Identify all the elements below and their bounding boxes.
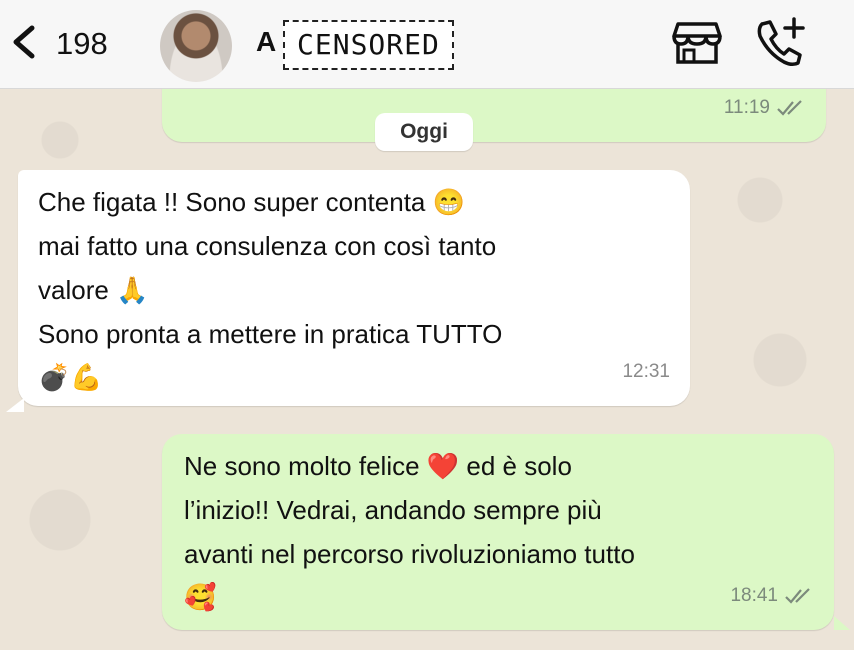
message-incoming[interactable]: Che figata !! Sono super contenta 😁 mai … [18, 170, 690, 406]
message-line: Ne sono molto felice ❤️ ed è solo [184, 451, 572, 481]
double-check-icon [777, 100, 802, 116]
message-line: avanti nel percorso rivoluzioniamo tutto [184, 539, 635, 569]
avatar[interactable] [160, 10, 232, 82]
date-separator: Oggi [375, 113, 473, 151]
back-chevron-icon[interactable] [6, 22, 40, 62]
contact-name[interactable]: A [256, 26, 276, 58]
message-time: 12:31 [622, 361, 670, 382]
message-time: 18:41 [730, 585, 778, 606]
message-time: 11:19 [723, 97, 770, 118]
message-line: Sono pronta a mettere in pratica TUTTO [38, 319, 503, 349]
unread-count[interactable]: 198 [56, 26, 108, 62]
message-text: Che figata !! Sono super contenta 😁 mai … [38, 180, 678, 400]
message-line: mai fatto una consulenza con così tanto [38, 231, 497, 261]
incoming-bubble-tail [6, 398, 24, 412]
message-text: Ne sono molto felice ❤️ ed è solo l’iniz… [184, 444, 814, 620]
message-meta: 18:41 [730, 574, 814, 618]
message-line: 💣💪 [38, 363, 103, 393]
message-line: l’inizio!! Vedrai, andando sempre più [184, 495, 602, 525]
add-call-icon[interactable] [752, 16, 806, 68]
censored-label: CENSORED [283, 20, 454, 70]
double-check-icon [785, 588, 810, 604]
message-line: Che figata !! Sono super contenta 😁 [38, 187, 465, 217]
message-line: valore 🙏 [38, 275, 149, 305]
message-line: 🥰 [184, 583, 217, 613]
shop-icon[interactable] [672, 20, 722, 66]
message-meta: 12:31 [622, 350, 670, 394]
message-meta: 11:19 [724, 86, 806, 130]
message-outgoing[interactable]: Ne sono molto felice ❤️ ed è solo l’iniz… [162, 434, 834, 630]
chat-header: 198 A CENSORED [0, 0, 854, 89]
outgoing-bubble-tail [834, 616, 850, 630]
